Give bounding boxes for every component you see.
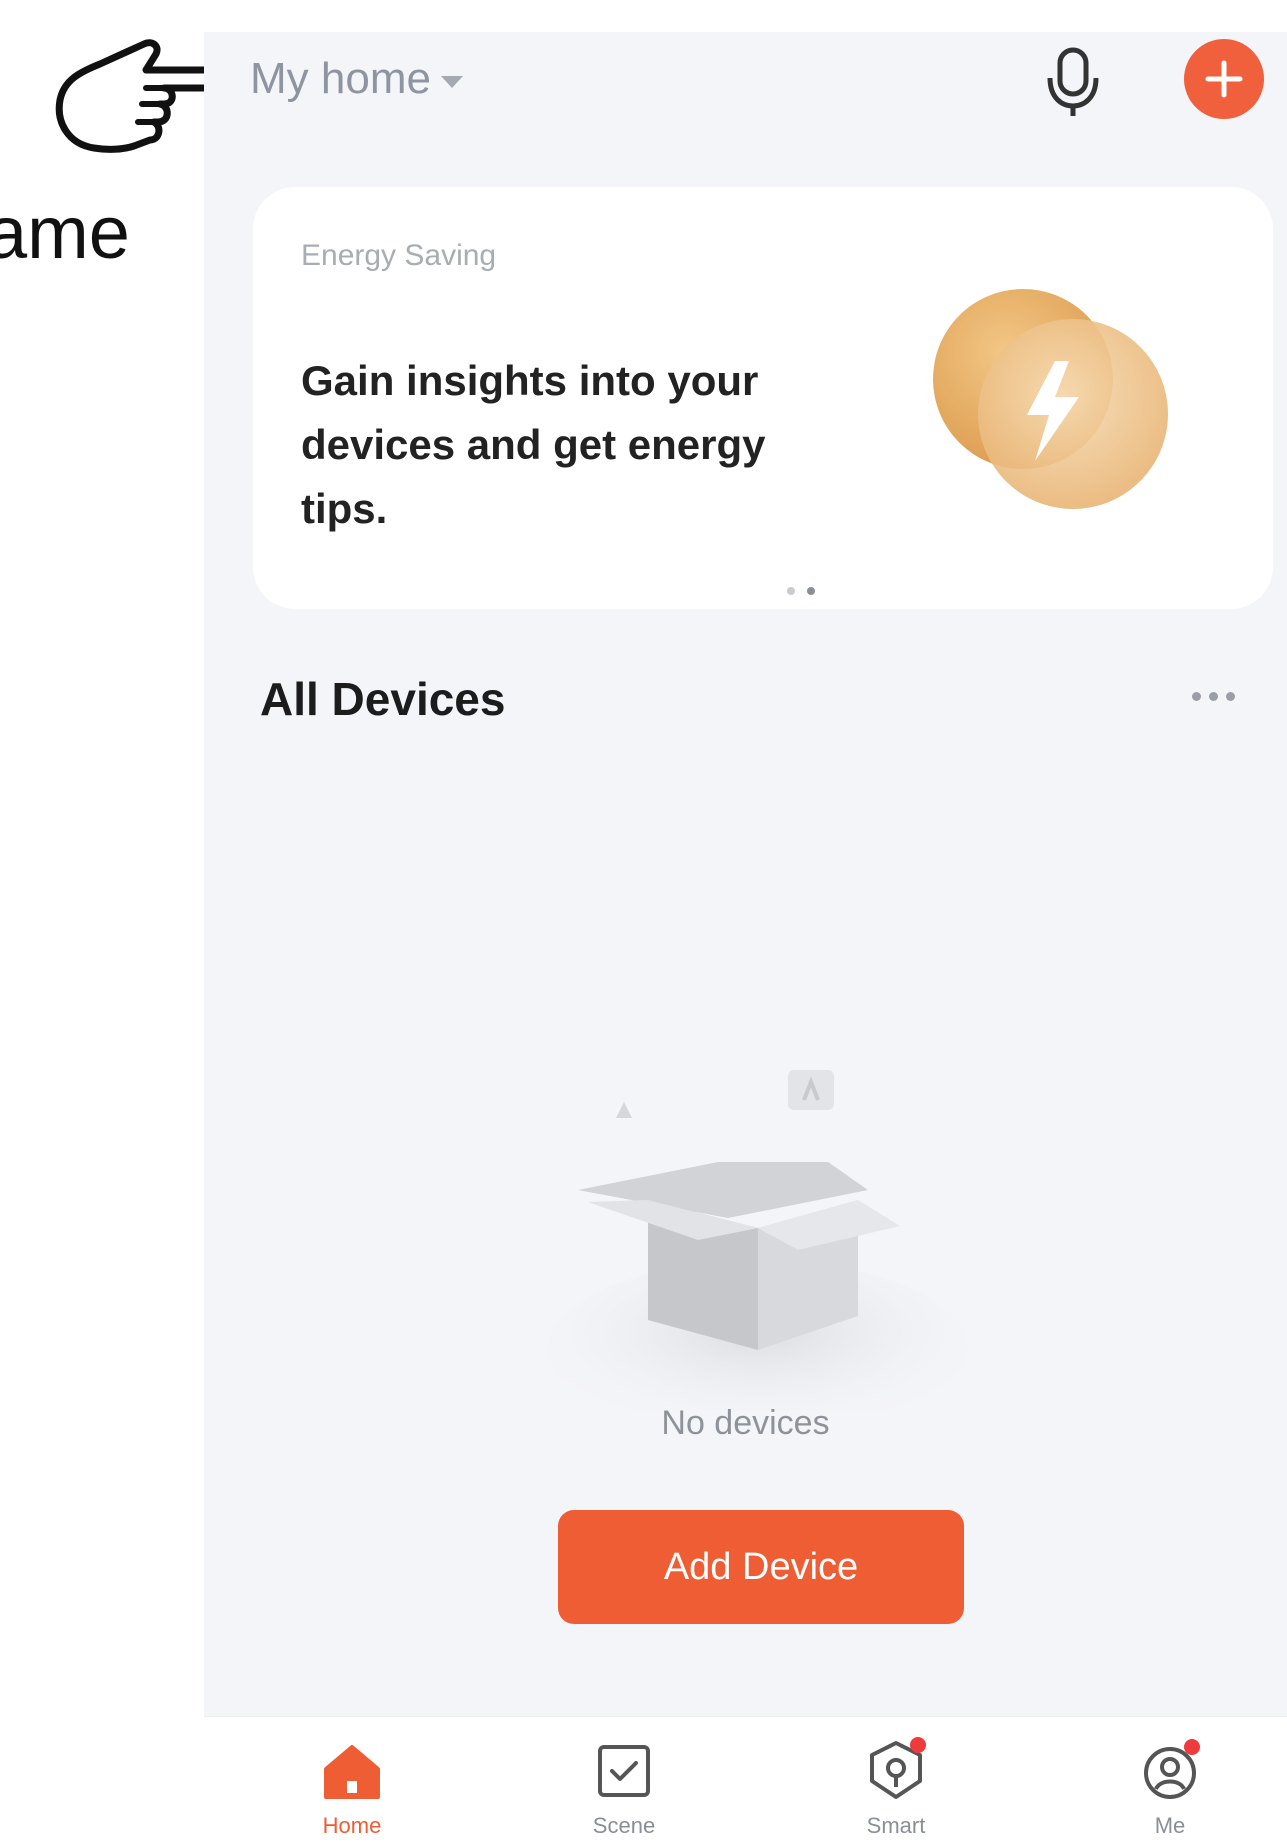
- energy-saving-card[interactable]: Energy Saving Gain insights into your de…: [253, 187, 1273, 609]
- tab-smart[interactable]: Smart: [806, 1735, 986, 1846]
- more-dot: [1209, 692, 1218, 701]
- smart-icon: [870, 1737, 926, 1799]
- tab-me[interactable]: Me: [1080, 1735, 1260, 1846]
- tab-home[interactable]: Home: [262, 1735, 442, 1846]
- home-icon: [324, 1745, 380, 1799]
- add-device-button[interactable]: Add Device: [558, 1510, 964, 1624]
- empty-state-text: No devices: [661, 1404, 830, 1442]
- tab-scene[interactable]: Scene: [534, 1735, 714, 1846]
- more-options-button[interactable]: [1192, 692, 1235, 701]
- scene-icon: [598, 1745, 650, 1797]
- tab-label: Home: [322, 1813, 382, 1838]
- add-button[interactable]: [1184, 39, 1264, 119]
- carousel-pager: [787, 587, 815, 595]
- section-title: All Devices: [260, 673, 506, 725]
- microphone-icon[interactable]: [1042, 44, 1104, 120]
- energy-saving-tag: Energy Saving: [301, 239, 497, 272]
- home-name: My home: [250, 54, 431, 103]
- app-screen: My home Energy Saving Gain insights into…: [204, 32, 1287, 1846]
- tab-label: Me: [1154, 1813, 1186, 1838]
- plus-icon: [1205, 60, 1243, 98]
- home-selector[interactable]: My home: [250, 54, 463, 104]
- tab-label: Smart: [866, 1813, 926, 1838]
- chevron-down-icon: [440, 76, 463, 88]
- empty-box-illustration: [548, 1070, 968, 1410]
- annotation-label: ame: [0, 191, 130, 274]
- more-dot: [1226, 692, 1235, 701]
- energy-bolt-icon: [933, 289, 1168, 509]
- more-dot: [1192, 692, 1201, 701]
- profile-icon: [1144, 1739, 1200, 1799]
- tab-label: Scene: [592, 1813, 656, 1838]
- energy-saving-message: Gain insights into your devices and get …: [301, 357, 766, 532]
- bottom-tab-bar: Home Scene Smart Me: [204, 1716, 1287, 1846]
- pager-dot: [787, 587, 795, 595]
- pager-dot-active: [807, 587, 815, 595]
